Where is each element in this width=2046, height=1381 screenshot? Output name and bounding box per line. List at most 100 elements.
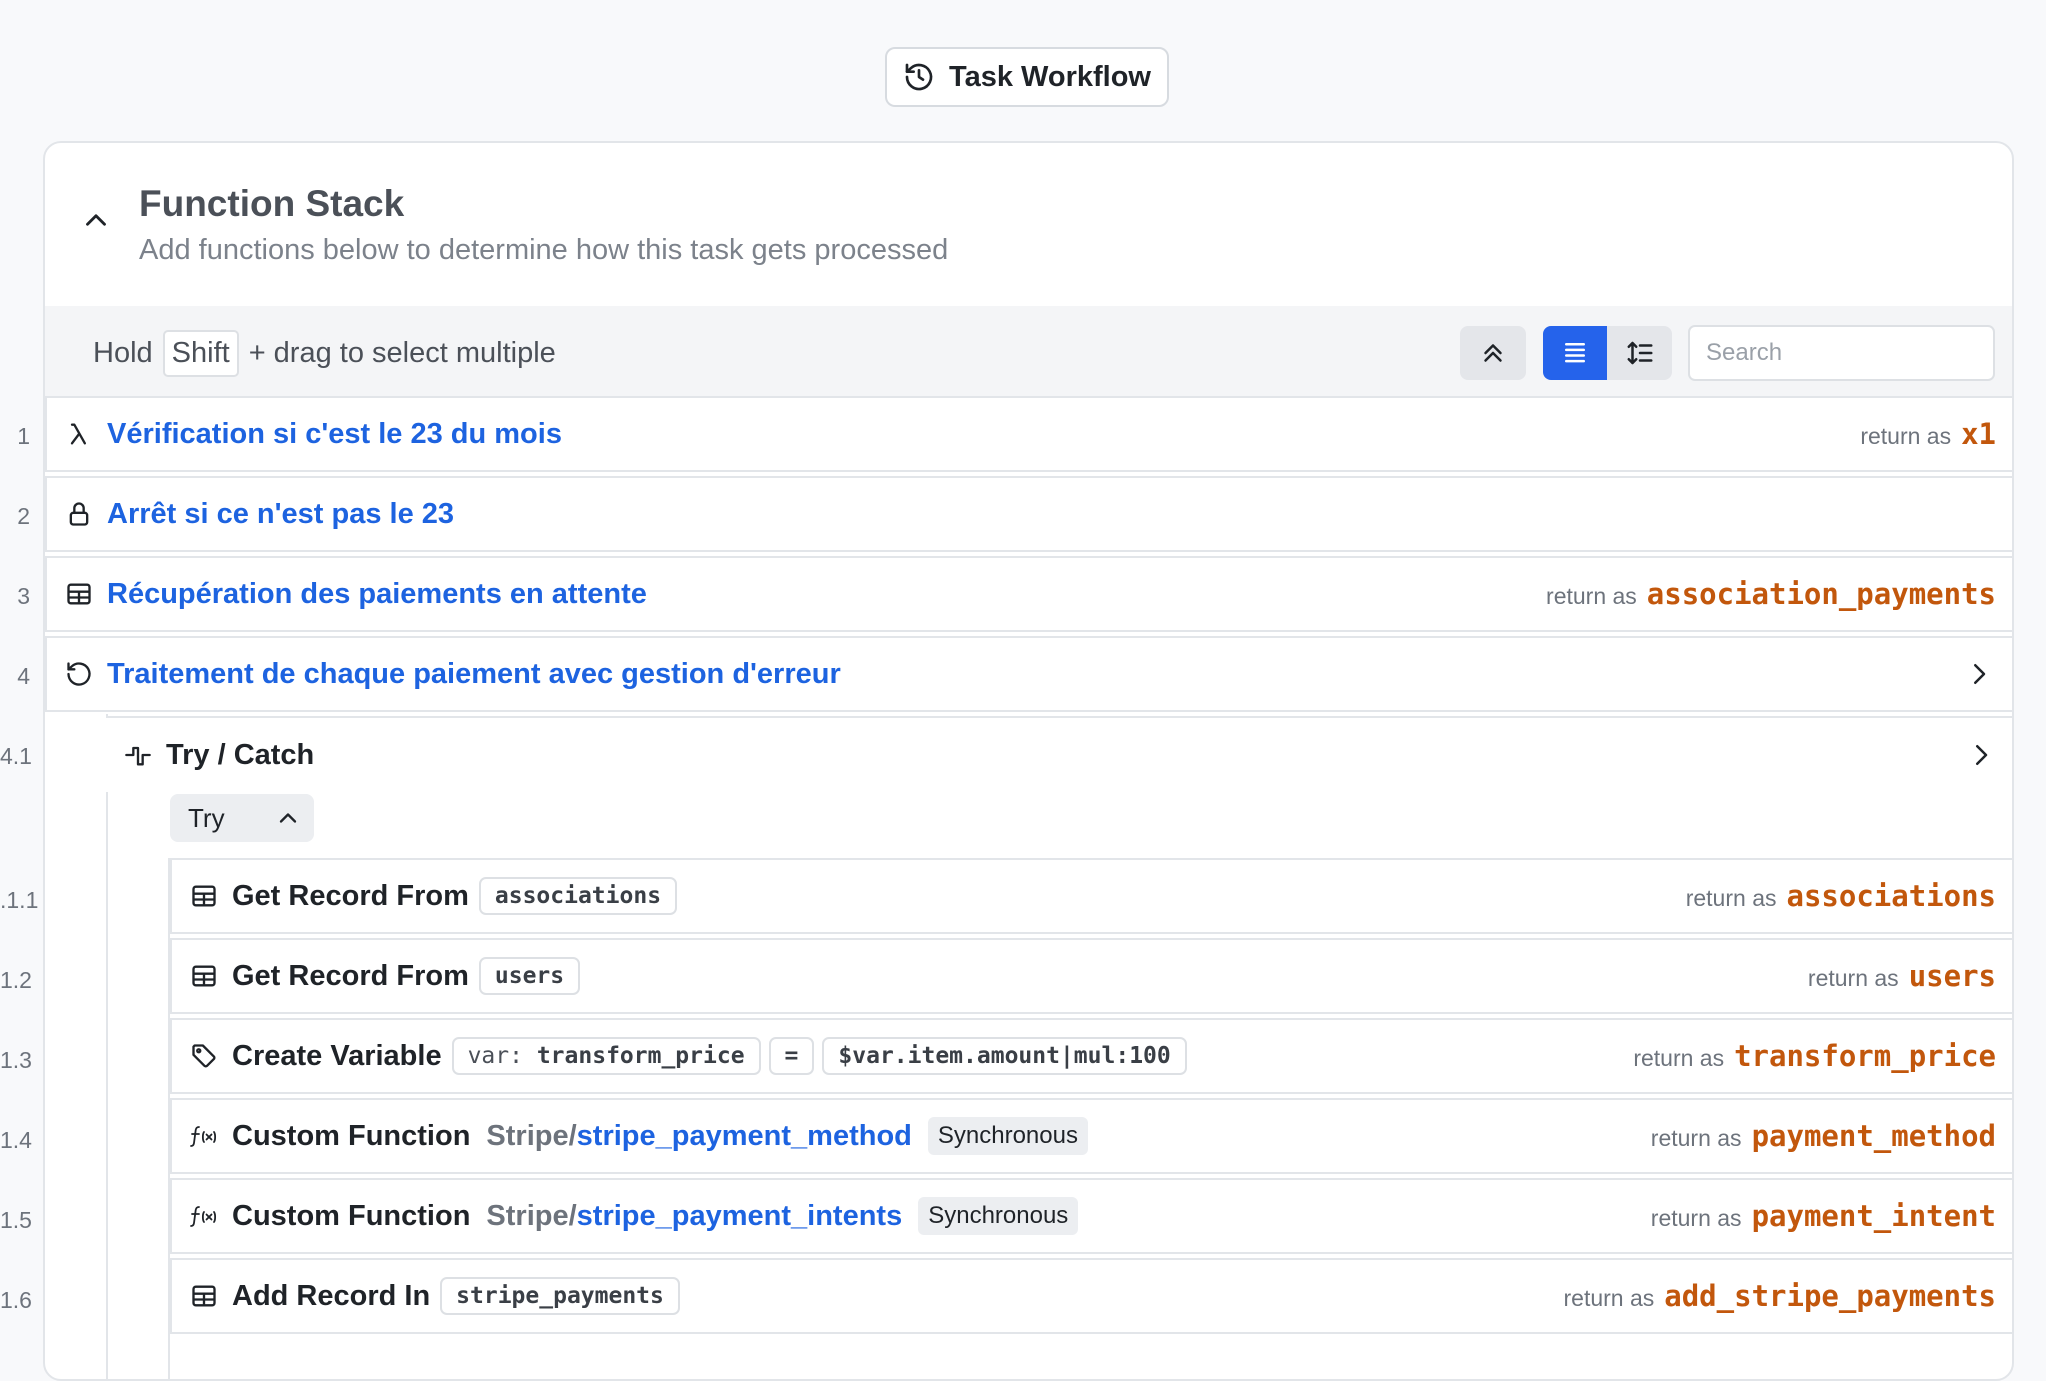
var-name: transform_price (536, 1043, 745, 1069)
stack-item-2[interactable]: Arrêt si ce n'est pas le 23 (45, 476, 2012, 552)
function-namespace: Stripe/ (486, 1199, 577, 1232)
line-number: 4.1 (0, 743, 32, 769)
hint-suffix: + drag to select multiple (248, 337, 556, 369)
function-stack-subtitle: Add functions below to determine how thi… (139, 234, 949, 266)
function-stack-header: Function Stack Add functions below to de… (45, 143, 2012, 308)
function-path[interactable]: Stripe/stripe_payment_method (486, 1120, 911, 1153)
return-variable[interactable]: users (1909, 959, 1996, 993)
execution-mode-badge: Synchronous (927, 1117, 1088, 1155)
multi-select-hint: Hold Shift + drag to select multiple (93, 330, 556, 377)
line-number: .1.1 (0, 887, 39, 913)
function-name[interactable]: stripe_payment_intents (577, 1200, 903, 1232)
function-icon (190, 1202, 218, 1230)
return-variable[interactable]: payment_method (1752, 1119, 1996, 1153)
return-variable[interactable]: payment_intent (1752, 1199, 1996, 1233)
function-icon (190, 1122, 218, 1150)
try-label: Try (188, 802, 225, 833)
stack-item-label[interactable]: Create Variable (232, 1040, 442, 1073)
variable-name-chip[interactable]: var: transform_price (451, 1037, 761, 1075)
return-label: return as (1546, 583, 1637, 609)
stack-item-label[interactable]: Récupération des paiements en attente (107, 578, 647, 611)
return-label: return as (1807, 965, 1899, 991)
try-catch-icon (124, 741, 152, 769)
line-number: 3 (17, 583, 30, 609)
lock-icon (65, 500, 93, 528)
return-label: return as (1563, 1285, 1655, 1311)
line-number: 4 (17, 663, 30, 689)
search-input[interactable] (1688, 325, 1995, 381)
operator-chip[interactable]: = (768, 1037, 815, 1075)
return-as: return as add_stripe_payments (1564, 1279, 1997, 1313)
return-label: return as (1650, 1205, 1742, 1231)
stack-item-label[interactable]: Custom Function (232, 1200, 470, 1233)
return-variable[interactable]: association_payments (1647, 577, 1996, 611)
var-key: var: (467, 1043, 523, 1069)
collapse-all-button[interactable] (1460, 326, 1526, 380)
stack-item-label[interactable]: Add Record In (232, 1280, 430, 1313)
return-as: return as payment_method (1651, 1119, 1996, 1153)
stack-item-label[interactable]: Get Record From (232, 880, 469, 913)
try-catch-label[interactable]: Try / Catch (166, 739, 314, 772)
return-variable[interactable]: transform_price (1734, 1039, 1996, 1073)
stack-item-label[interactable]: Arrêt si ce n'est pas le 23 (107, 498, 454, 531)
stack-item-4-1-3[interactable]: Create Variable var: transform_price = $… (170, 1018, 2012, 1094)
return-variable[interactable]: x1 (1961, 417, 1996, 451)
expression-chip[interactable]: $var.item.amount|mul:100 (822, 1037, 1187, 1075)
table-icon (190, 1282, 218, 1310)
line-number: 1.4 (0, 1127, 32, 1153)
return-as: return as x1 (1860, 417, 1996, 451)
stack-item-4-1-2[interactable]: Get Record From users return as users (170, 938, 2012, 1014)
stack-item-label[interactable]: Custom Function (232, 1120, 470, 1153)
table-chip[interactable]: stripe_payments (440, 1277, 680, 1315)
sort-icon (1627, 341, 1652, 365)
stack-item-4-1-1[interactable]: Get Record From associations return as as… (170, 858, 2012, 934)
function-stack-title: Function Stack (139, 183, 405, 224)
stack-item-label[interactable]: Vérification si c'est le 23 du mois (107, 418, 562, 451)
sort-view-button[interactable] (1607, 326, 1672, 380)
function-stack-card: Function Stack Add functions below to de… (43, 141, 2014, 1381)
nested-border (106, 714, 108, 1379)
return-variable[interactable]: associations (1786, 879, 1996, 913)
table-icon (190, 882, 218, 910)
chevron-right-icon[interactable] (1964, 659, 1994, 689)
list-view-button[interactable] (1543, 326, 1607, 380)
stack-item-4-1-5[interactable]: Custom Function Stripe/stripe_payment_in… (170, 1178, 2012, 1254)
return-label: return as (1650, 1125, 1742, 1151)
line-number: 1.2 (0, 967, 32, 993)
line-number: 2 (17, 503, 30, 529)
return-as: return as transform_price (1633, 1039, 1996, 1073)
task-workflow-title[interactable]: Task Workflow (885, 47, 1169, 107)
function-name[interactable]: stripe_payment_method (577, 1120, 912, 1152)
execution-mode-badge: Synchronous (918, 1197, 1079, 1235)
stack-item-1[interactable]: Vérification si c'est le 23 du mois retu… (45, 396, 2012, 472)
chevron-up-icon[interactable] (79, 203, 113, 237)
stack-item-label[interactable]: Get Record From (232, 960, 469, 993)
try-toggle-button[interactable]: Try (170, 794, 314, 842)
stack-item-4[interactable]: Traitement de chaque paiement avec gesti… (45, 636, 2012, 712)
function-path[interactable]: Stripe/stripe_payment_intents (486, 1200, 902, 1233)
stack-item-label[interactable]: Traitement de chaque paiement avec gesti… (107, 658, 841, 691)
double-chevron-up-icon (1484, 344, 1502, 362)
line-number: 1 (17, 423, 30, 449)
line-number: 1.6 (0, 1287, 32, 1313)
stack-item-4-1-6[interactable]: Add Record In stripe_payments return as a… (170, 1258, 2012, 1334)
shift-key: Shift (162, 330, 239, 377)
stack-item-3[interactable]: Récupération des paiements en attente re… (45, 556, 2012, 632)
stack-item-4-1-4[interactable]: Custom Function Stripe/stripe_payment_me… (170, 1098, 2012, 1174)
return-as: return as users (1808, 959, 1996, 993)
lambda-icon (65, 420, 93, 448)
try-catch-block[interactable]: Try / Catch (106, 716, 2012, 792)
stack-toolbar: Hold Shift + drag to select multiple (45, 306, 2012, 398)
line-number: 1.5 (0, 1207, 32, 1233)
function-namespace: Stripe/ (486, 1119, 577, 1152)
chevron-up-icon (279, 813, 297, 823)
return-variable[interactable]: add_stripe_payments (1664, 1279, 1996, 1313)
return-as: return as association_payments (1546, 577, 1996, 611)
return-label: return as (1685, 885, 1777, 911)
return-as: return as associations (1686, 879, 1996, 913)
table-chip[interactable]: associations (478, 877, 678, 915)
return-label: return as (1633, 1045, 1725, 1071)
return-label: return as (1860, 423, 1952, 449)
table-chip[interactable]: users (478, 957, 581, 995)
chevron-right-icon[interactable] (1966, 740, 1996, 770)
